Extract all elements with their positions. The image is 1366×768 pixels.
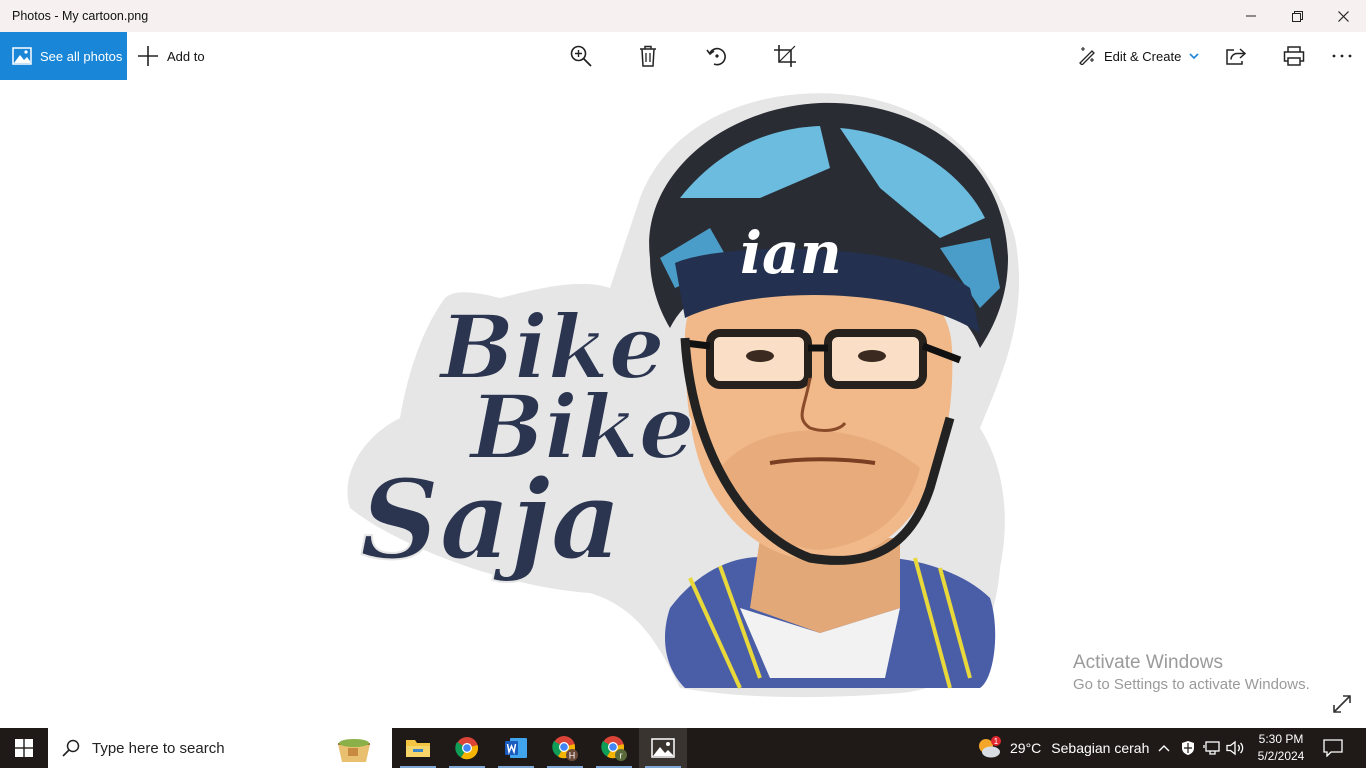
taskbar-clock[interactable]: 5:30 PM 5/2/2024 xyxy=(1252,731,1310,765)
crop-button[interactable] xyxy=(773,44,797,68)
start-button[interactable] xyxy=(0,728,48,768)
trash-icon xyxy=(640,45,656,67)
taskbar-word[interactable] xyxy=(492,728,540,768)
close-button[interactable] xyxy=(1320,0,1366,32)
photos-app: Photos - My cartoon.png See all photos A… xyxy=(0,0,1366,768)
edit-create-icon xyxy=(1079,47,1095,65)
headband-text: ian xyxy=(740,219,842,287)
show-hidden-icons-button[interactable] xyxy=(1154,738,1174,758)
print-button[interactable] xyxy=(1282,44,1306,68)
zoom-in-icon xyxy=(570,45,592,67)
window-title: Photos - My cartoon.png xyxy=(12,9,149,23)
rotate-icon xyxy=(706,47,726,66)
photos-icon xyxy=(12,47,32,65)
more-icon xyxy=(1332,54,1352,58)
image-viewer[interactable]: ian Bike Bike Saja Activate Windows Go t… xyxy=(0,80,1366,728)
activation-watermark: Activate Windows Go to Settings to activ… xyxy=(1073,651,1310,695)
chrome-profile-letter-r: r xyxy=(620,751,623,761)
search-icon xyxy=(62,739,80,757)
delete-button[interactable] xyxy=(636,44,660,68)
edit-create-label: Edit & Create xyxy=(1104,48,1182,64)
taskbar-chrome[interactable] xyxy=(443,728,491,768)
chrome-profile-icon: H xyxy=(552,736,578,761)
clock-time: 5:30 PM xyxy=(1258,732,1304,746)
restore-button[interactable] xyxy=(1274,0,1320,32)
action-center-icon xyxy=(1323,739,1343,757)
weather-widget[interactable]: 1 29°C Sebagian cerah xyxy=(976,728,1149,768)
partly-sunny-icon: 1 xyxy=(979,736,1001,758)
tray-volume[interactable] xyxy=(1226,738,1246,758)
see-all-photos-button[interactable]: See all photos xyxy=(0,32,127,80)
weather-badge: 1 xyxy=(994,737,999,746)
printer-icon xyxy=(1283,46,1305,66)
minimize-button[interactable] xyxy=(1228,0,1274,32)
share-button[interactable] xyxy=(1224,44,1248,68)
rotate-button[interactable] xyxy=(705,44,729,68)
chevron-up-icon xyxy=(1158,745,1170,752)
taskbar: Type here to search H r 1 29°C Sebagian … xyxy=(0,728,1366,768)
search-highlight-icon xyxy=(338,739,370,762)
weather-temperature: 29°C xyxy=(1010,740,1042,756)
more-options-button[interactable] xyxy=(1330,44,1354,68)
see-all-photos-label: See all photos xyxy=(40,48,123,64)
add-to-label: Add to xyxy=(167,48,205,64)
close-icon xyxy=(1337,10,1349,22)
minimize-icon xyxy=(1246,15,1256,17)
folder-icon xyxy=(406,740,430,757)
chevron-down-icon xyxy=(1189,53,1199,60)
zoom-button[interactable] xyxy=(569,44,593,68)
taskbar-file-explorer[interactable] xyxy=(394,728,442,768)
restore-icon xyxy=(1291,10,1303,22)
chrome-icon xyxy=(455,737,479,760)
search-placeholder: Type here to search xyxy=(92,739,225,757)
windows-logo-icon xyxy=(15,739,33,757)
chrome-profile-icon: r xyxy=(601,736,627,761)
crop-icon xyxy=(774,45,796,67)
tray-security[interactable] xyxy=(1178,738,1198,758)
network-icon xyxy=(1203,741,1220,755)
edit-create-button[interactable]: Edit & Create xyxy=(1078,32,1199,80)
tray-network[interactable] xyxy=(1202,738,1222,758)
chrome-profile-letter-h: H xyxy=(569,751,576,761)
shield-icon xyxy=(1182,741,1194,755)
taskbar-chrome-profile-r[interactable]: r xyxy=(590,728,638,768)
watermark-title: Activate Windows xyxy=(1073,652,1223,673)
word-icon xyxy=(505,738,527,758)
taskbar-search-box[interactable]: Type here to search xyxy=(48,728,392,768)
clock-date: 5/2/2024 xyxy=(1257,749,1305,763)
plus-icon xyxy=(138,46,158,66)
watermark-subtitle: Go to Settings to activate Windows. xyxy=(1073,676,1310,693)
taskbar-photos[interactable] xyxy=(639,728,687,768)
photos-app-icon xyxy=(651,738,675,758)
speaker-icon xyxy=(1226,740,1244,756)
title-bar: Photos - My cartoon.png xyxy=(0,0,1366,32)
cartoon-image: ian Bike Bike Saja xyxy=(347,93,1020,698)
share-icon xyxy=(1226,48,1247,65)
notifications-button[interactable] xyxy=(1320,736,1346,760)
weather-condition: Sebagian cerah xyxy=(1051,740,1150,756)
taskbar-chrome-profile-h[interactable]: H xyxy=(541,728,589,768)
add-to-button[interactable]: Add to xyxy=(137,32,205,80)
lettering-line-3: Saja xyxy=(360,455,622,584)
full-screen-button[interactable] xyxy=(1331,693,1353,715)
toolbar: See all photos Add to Edit & Create xyxy=(0,32,1366,80)
